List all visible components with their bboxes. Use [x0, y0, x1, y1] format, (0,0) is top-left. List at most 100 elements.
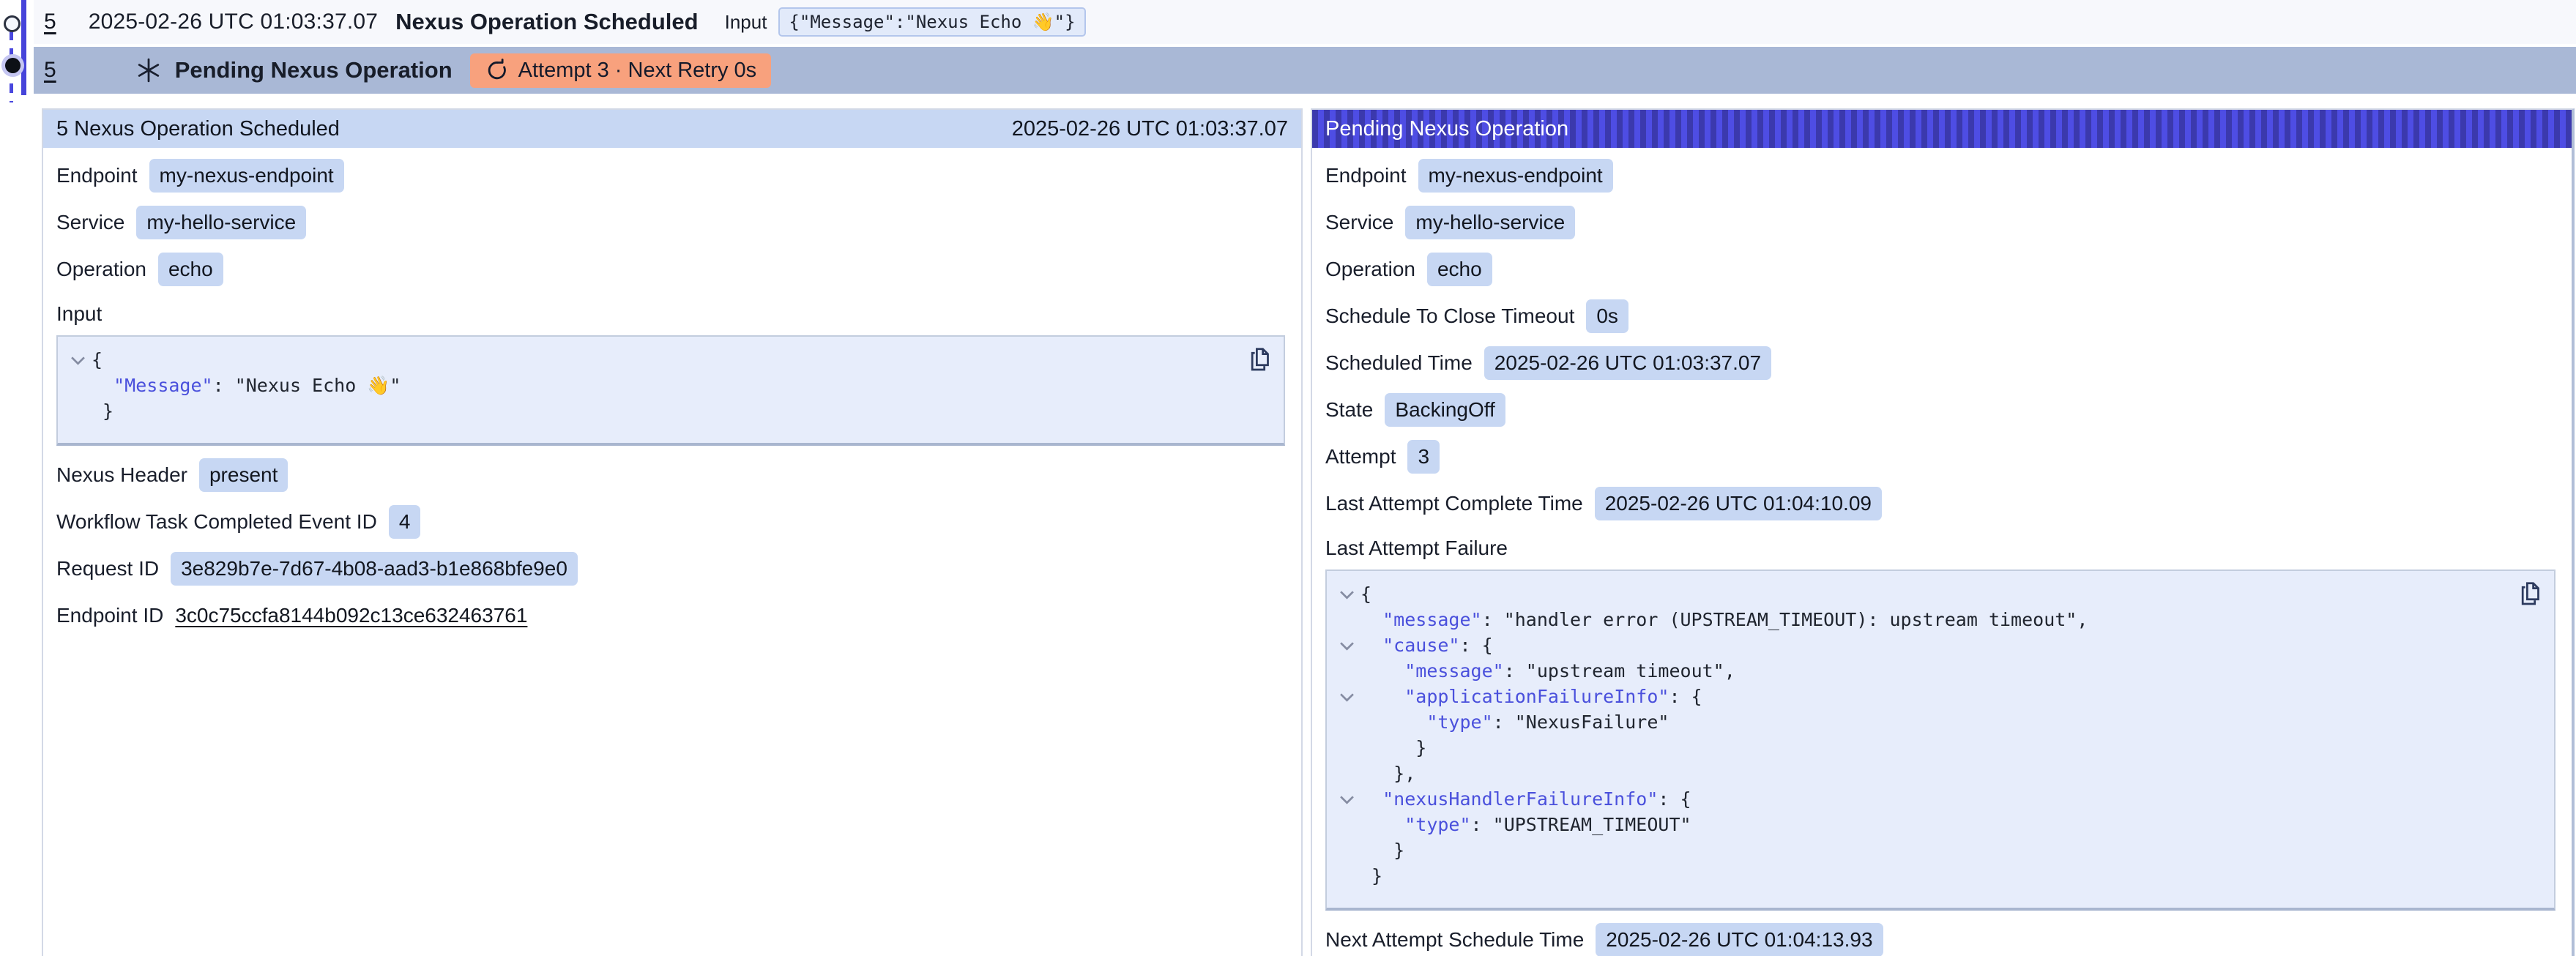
retry-icon: [485, 59, 508, 82]
field-row-nexus-header: Nexus Header present: [56, 452, 1285, 498]
field-row-service: Servicemy-hello-service: [1325, 199, 2555, 246]
code-line-gutter-empty: [1333, 709, 1360, 735]
code-line-text: },: [1360, 761, 1415, 786]
field-value-operation: echo: [1427, 253, 1492, 286]
code-label-input: Input: [56, 302, 1285, 326]
asterisk-icon: [135, 57, 162, 83]
code-line-gutter: [1333, 786, 1360, 812]
code-line: "type": "NexusFailure": [1333, 709, 2503, 735]
code-line-text: "Message": "Nexus Echo 👋": [92, 373, 401, 398]
input-preview-badge[interactable]: {"Message":"Nexus Echo 👋"}: [778, 7, 1085, 37]
field-label-last-attempt-complete-time: Last Attempt Complete Time: [1325, 492, 1583, 515]
code-line: "Message": "Nexus Echo 👋": [64, 373, 1232, 398]
copy-button[interactable]: [2518, 580, 2542, 609]
field-value-state: BackingOff: [1385, 393, 1505, 427]
retry-status-badge: Attempt 3 · Next Retry 0s: [470, 53, 772, 88]
event-summary-row[interactable]: 5 2025-02-26 UTC 01:03:37.07 Nexus Opera…: [34, 0, 2576, 44]
pending-marker-filled-circle-icon: [5, 58, 21, 73]
field-row-workflow-task-completed-event-id: Workflow Task Completed Event ID4: [56, 498, 1285, 545]
field-value-schedule-to-close-timeout: 0s: [1586, 299, 1628, 333]
event-panel-body: Endpointmy-nexus-endpoint Service my-hello…: [43, 148, 1301, 639]
last-attempt-failure-code-block: { "message": "handler error (UPSTREAM_TI…: [1325, 570, 2555, 911]
code-line-gutter-empty: [1333, 735, 1360, 761]
field-value-request-id: 3e829b7e-7d67-4b08-aad3-b1e868bfe9e0: [171, 552, 578, 586]
code-line-gutter-empty: [1333, 658, 1360, 684]
code-line: "type": "UPSTREAM_TIMEOUT": [1333, 812, 2503, 837]
field-value-scheduled-time: 2025-02-26 UTC 01:03:37.07: [1484, 346, 1771, 380]
code-label-last-attempt-failure: Last Attempt Failure: [1325, 536, 2555, 561]
field-label-scheduled-time: Scheduled Time: [1325, 351, 1473, 375]
pending-details-panel: Pending Nexus Operation Endpoint my-nexus…: [1311, 108, 2575, 956]
field-label-service: Service: [56, 211, 124, 234]
code-line: {: [64, 347, 1232, 373]
field-row-endpoint: Endpointmy-nexus-endpoint: [56, 152, 1285, 199]
collapse-chevron-icon[interactable]: [1339, 795, 1355, 804]
field-value-nexus-header: present: [199, 458, 288, 492]
collapse-chevron-icon[interactable]: [1339, 641, 1355, 651]
field-label-next-attempt-schedule-time: Next Attempt Schedule Time: [1325, 928, 1584, 952]
code-line: }: [1333, 735, 2503, 761]
event-timestamp: 2025-02-26 UTC 01:03:37.07: [89, 10, 378, 34]
field-value-service: my-hello-service: [136, 206, 306, 239]
field-row-scheduled-time: Scheduled Time 2025-02-26 UTC 01:03:37.07: [1325, 340, 2555, 386]
field-row-schedule-to-close-timeout: Schedule To Close Timeout0s: [1325, 293, 2555, 340]
code-line-text: "applicationFailureInfo": {: [1360, 684, 1702, 709]
code-line-gutter-empty: [64, 398, 92, 424]
field-row-endpoint: Endpoint my-nexus-endpoint: [1325, 152, 2555, 199]
field-value-service: my-hello-service: [1405, 206, 1575, 239]
field-row-next-attempt-schedule-time: Next Attempt Schedule Time 2025-02-26 UTC…: [1325, 916, 2555, 956]
field-label-state: State: [1325, 398, 1373, 422]
code-line: },: [1333, 761, 2503, 786]
field-label-endpoint: Endpoint: [1325, 164, 1407, 187]
pending-panel-body: Endpoint my-nexus-endpoint Servicemy-hello…: [1312, 148, 2572, 956]
input-code-block: { "Message": "Nexus Echo 👋" }: [56, 335, 1285, 446]
field-value-last-attempt-complete-time: 2025-02-26 UTC 01:04:10.09: [1595, 487, 1882, 520]
code-line-text: {: [1360, 581, 1371, 607]
code-line-gutter: [1333, 581, 1360, 607]
collapse-chevron-icon[interactable]: [1339, 590, 1355, 600]
event-marker-open-circle-icon: [4, 15, 21, 32]
collapse-chevron-icon[interactable]: [70, 356, 86, 365]
field-label-request-id: Request ID: [56, 557, 159, 580]
code-line-text: }: [1360, 863, 1382, 889]
code-line-gutter: [1333, 684, 1360, 709]
event-id-link[interactable]: 5: [44, 10, 56, 34]
event-history-detail-page: 5 2025-02-26 UTC 01:03:37.07 Nexus Opera…: [0, 0, 2576, 956]
code-line-text: }: [1360, 837, 1404, 863]
collapse-chevron-icon[interactable]: [1339, 692, 1355, 702]
code-line-gutter: [64, 347, 92, 373]
field-label-operation: Operation: [56, 258, 146, 281]
code-line-gutter-empty: [1333, 837, 1360, 863]
copy-button[interactable]: [1248, 346, 1272, 375]
event-details-panel: 5 Nexus Operation Scheduled 2025-02-26 U…: [42, 108, 1303, 956]
field-value-next-attempt-schedule-time: 2025-02-26 UTC 01:04:13.93: [1596, 923, 1883, 956]
field-row-endpoint-id: Endpoint ID3c0c75ccfa8144b092c13ce632463…: [56, 592, 1285, 639]
retry-badge-label: Attempt 3 · Next Retry 0s: [518, 59, 757, 83]
pending-id-link[interactable]: 5: [44, 58, 56, 83]
code-line-gutter-empty: [1333, 761, 1360, 786]
field-row-service: Service my-hello-service: [56, 199, 1285, 246]
field-row-last-attempt-complete-time: Last Attempt Complete Time 2025-02-26 UTC…: [1325, 480, 2555, 527]
code-line-gutter-empty: [1333, 812, 1360, 837]
field-row-request-id: Request ID 3e829b7e-7d67-4b08-aad3-b1e868…: [56, 545, 1285, 592]
field-value-operation: echo: [158, 253, 223, 286]
code-line-gutter: [1333, 632, 1360, 658]
field-label-endpoint: Endpoint: [56, 164, 138, 187]
code-line-gutter-empty: [64, 373, 92, 398]
code-line-text: {: [92, 347, 103, 373]
field-value-endpoint: my-nexus-endpoint: [1418, 159, 1613, 193]
field-label-nexus-header: Nexus Header: [56, 463, 187, 487]
field-value-endpoint-id[interactable]: 3c0c75ccfa8144b092c13ce632463761: [175, 604, 527, 627]
code-line: "nexusHandlerFailureInfo": {: [1333, 786, 2503, 812]
input-label: Input: [725, 11, 767, 34]
code-line-text: }: [92, 398, 113, 424]
code-line-text: "nexusHandlerFailureInfo": {: [1360, 786, 1691, 812]
code-line-text: "type": "UPSTREAM_TIMEOUT": [1360, 812, 1691, 837]
pending-operation-row[interactable]: 5 Pending Nexus Operation Attempt 3 · Ne…: [34, 47, 2576, 94]
event-panel-title: 5 Nexus Operation Scheduled: [56, 117, 340, 141]
code-line-gutter-empty: [1333, 607, 1360, 632]
code-line-text: "message": "upstream timeout",: [1360, 658, 1735, 684]
code-line-gutter-empty: [1333, 863, 1360, 889]
code-line: }: [64, 398, 1232, 424]
pending-panel-title: Pending Nexus Operation: [1325, 117, 1568, 141]
